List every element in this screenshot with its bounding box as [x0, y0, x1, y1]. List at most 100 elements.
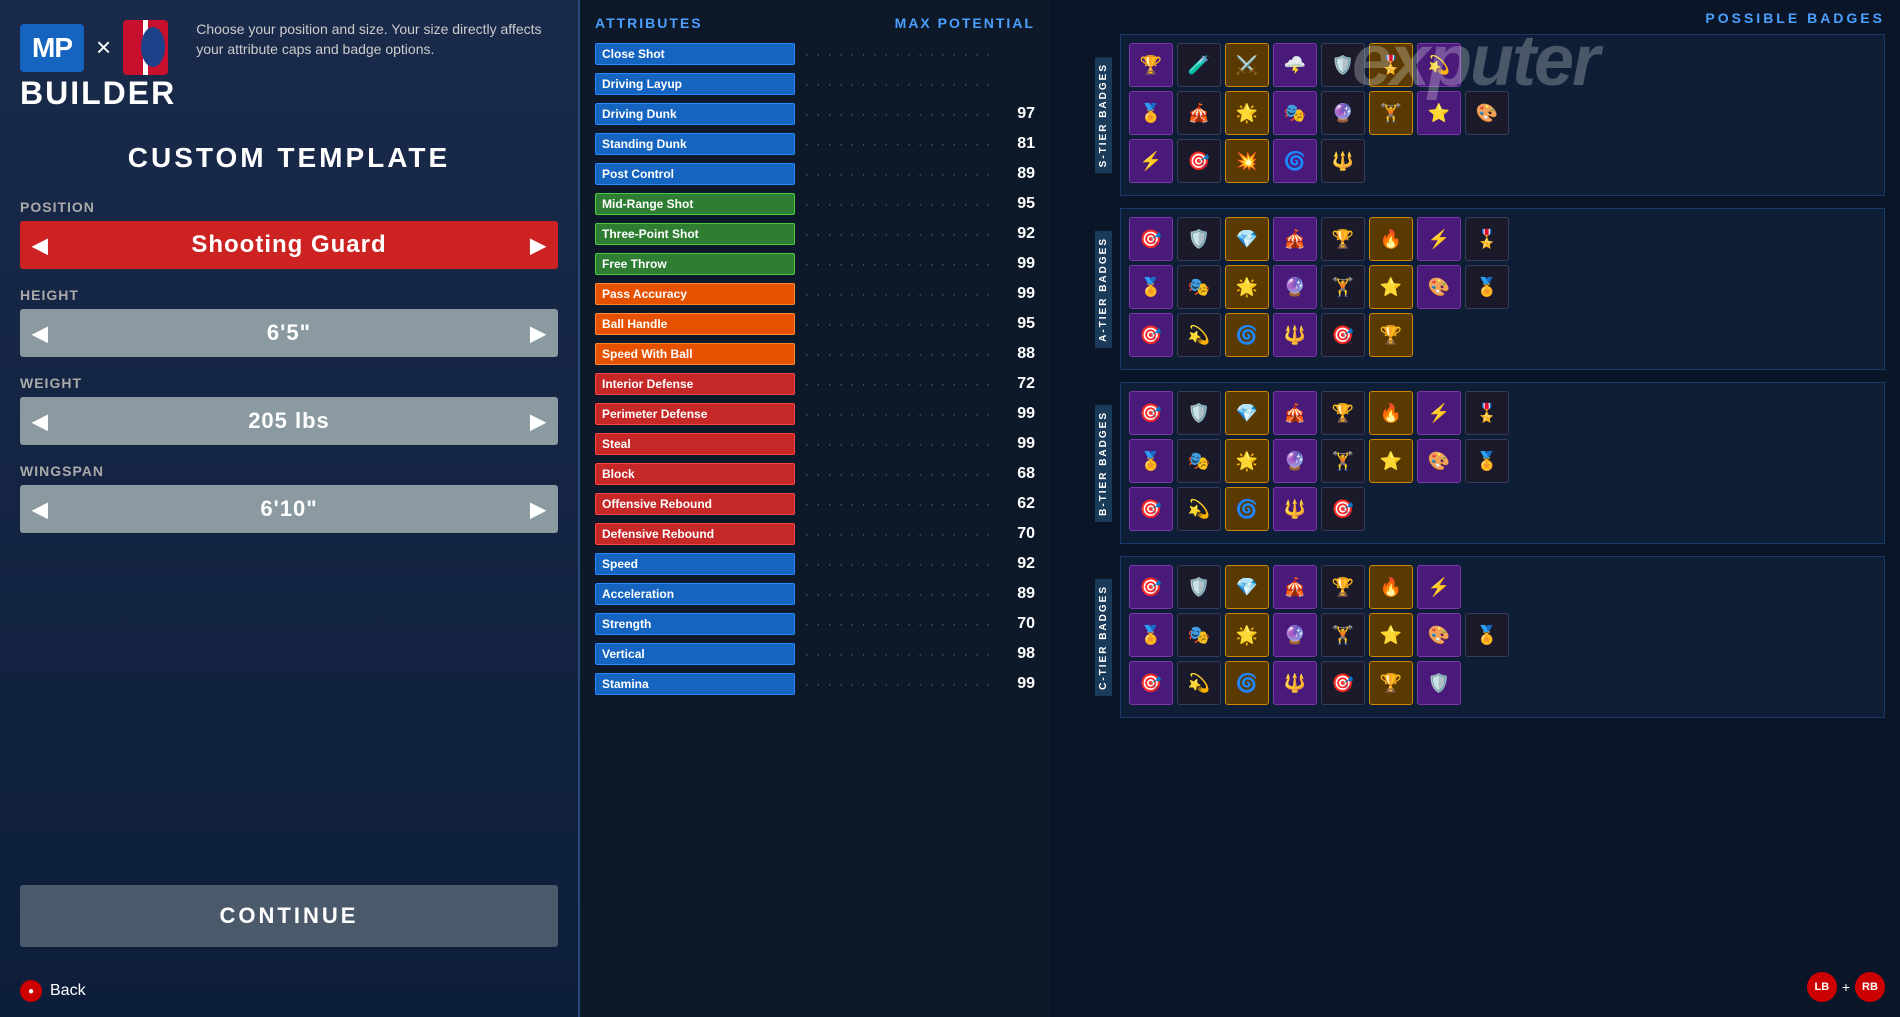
tier-section: S-TIER BADGES🏆🧪⚔️🌩️🛡️🎖️💫🏅🎪🌟🎭🔮🏋️⭐🎨⚡🎯💥🌀🔱 — [1095, 34, 1885, 196]
attr-bar-container: Stamina — [595, 673, 795, 695]
attr-name: Perimeter Defense — [602, 407, 707, 421]
attr-bar: Offensive Rebound — [595, 493, 795, 515]
badge-row: 🏅🎪🌟🎭🔮🏋️⭐🎨 — [1129, 91, 1876, 135]
attributes-col-header: ATTRIBUTES — [595, 15, 703, 31]
height-left-arrow[interactable]: ◀ — [20, 309, 60, 357]
position-right-arrow[interactable]: ▶ — [518, 221, 558, 269]
weight-right-arrow[interactable]: ▶ — [518, 397, 558, 445]
back-button[interactable]: ● Back — [20, 980, 86, 1002]
attr-bar-container: Block — [595, 463, 795, 485]
attr-bar: Strength — [595, 613, 795, 635]
attribute-row: Pass Accuracy · · · · · · · · · · · · · … — [580, 279, 1050, 309]
badge-item: 🎯 — [1321, 661, 1365, 705]
badge-item: 🌟 — [1225, 91, 1269, 135]
badge-item: 🌟 — [1225, 613, 1269, 657]
attr-value: 99 — [1000, 405, 1035, 423]
attr-dots: · · · · · · · · · · · · · · · · · · · · — [805, 677, 990, 691]
wingspan-label: WINGSPAN — [20, 463, 558, 479]
attr-value: 92 — [1000, 555, 1035, 573]
attr-name: Offensive Rebound — [602, 497, 712, 511]
attr-dots: · · · · · · · · · · · · · · · · · · · · — [805, 257, 990, 271]
position-label: POSITION — [20, 199, 558, 215]
attr-dots: · · · · · · · · · · · · · · · · · · · · — [805, 107, 990, 121]
position-selector[interactable]: ◀ Shooting Guard ▶ — [20, 221, 558, 269]
attr-name: Driving Layup — [602, 77, 682, 91]
attribute-row: Close Shot · · · · · · · · · · · · · · ·… — [580, 39, 1050, 69]
badge-row: 🏅🎭🌟🔮🏋️⭐🎨🏅 — [1129, 613, 1876, 657]
attr-bar: Driving Dunk — [595, 103, 795, 125]
attr-bar-container: Vertical — [595, 643, 795, 665]
badge-row: 🎯💫🌀🔱🎯🏆 — [1129, 313, 1876, 357]
wingspan-group: WINGSPAN ◀ 6'10" ▶ — [20, 463, 558, 533]
badge-item: ⭐ — [1369, 265, 1413, 309]
attr-bar: Vertical — [595, 643, 795, 665]
badge-item: 🌩️ — [1273, 43, 1317, 87]
height-label: HEIGHT — [20, 287, 558, 303]
badge-item: ⭐ — [1417, 91, 1461, 135]
attr-bar: Speed — [595, 553, 795, 575]
badge-row: 🎯💫🌀🔱🎯🏆🛡️ — [1129, 661, 1876, 705]
height-right-arrow[interactable]: ▶ — [518, 309, 558, 357]
attribute-row: Acceleration · · · · · · · · · · · · · ·… — [580, 579, 1050, 609]
attr-bar: Perimeter Defense — [595, 403, 795, 425]
attr-name: Steal — [602, 437, 631, 451]
attr-value: 81 — [1000, 135, 1035, 153]
attr-value: 97 — [1000, 105, 1035, 123]
max-potential-col-header: MAX POTENTIAL — [895, 15, 1035, 31]
attr-bar-container: Defensive Rebound — [595, 523, 795, 545]
attr-bar-container: Three-Point Shot — [595, 223, 795, 245]
badge-item: 🎪 — [1177, 91, 1221, 135]
attr-bar-container: Ball Handle — [595, 313, 795, 335]
attr-dots: · · · · · · · · · · · · · · · · · · · · — [805, 617, 990, 631]
tier-section: B-TIER BADGES🎯🛡️💎🎪🏆🔥⚡🎖️🏅🎭🌟🔮🏋️⭐🎨🏅🎯💫🌀🔱🎯 — [1095, 382, 1885, 544]
badge-item: 🎯 — [1129, 313, 1173, 357]
wingspan-selector[interactable]: ◀ 6'10" ▶ — [20, 485, 558, 533]
position-value: Shooting Guard — [60, 231, 518, 259]
cross-symbol: × — [96, 32, 111, 63]
attr-bar: Speed With Ball — [595, 343, 795, 365]
tier-label: S-TIER BADGES — [1095, 57, 1112, 173]
continue-button[interactable]: CONTINUE — [20, 885, 558, 947]
badge-item: 💫 — [1417, 43, 1461, 87]
height-selector[interactable]: ◀ 6'5" ▶ — [20, 309, 558, 357]
attribute-row: Defensive Rebound · · · · · · · · · · · … — [580, 519, 1050, 549]
badge-item: 💫 — [1177, 487, 1221, 531]
attr-name: Speed — [602, 557, 638, 571]
attr-bar-container: Steal — [595, 433, 795, 455]
attr-bar-container: Driving Dunk — [595, 103, 795, 125]
attribute-row: Block · · · · · · · · · · · · · · · · · … — [580, 459, 1050, 489]
badge-item: 🏆 — [1369, 313, 1413, 357]
attr-name: Three-Point Shot — [602, 227, 699, 241]
badge-item: 🏅 — [1465, 439, 1509, 483]
attr-bar-container: Pass Accuracy — [595, 283, 795, 305]
wingspan-right-arrow[interactable]: ▶ — [518, 485, 558, 533]
weight-selector[interactable]: ◀ 205 lbs ▶ — [20, 397, 558, 445]
badge-item: 🌀 — [1225, 661, 1269, 705]
attr-name: Speed With Ball — [602, 347, 693, 361]
wingspan-left-arrow[interactable]: ◀ — [20, 485, 60, 533]
badge-item: 🏆 — [1321, 565, 1365, 609]
attribute-row: Stamina · · · · · · · · · · · · · · · · … — [580, 669, 1050, 699]
attr-value: 95 — [1000, 195, 1035, 213]
attr-name: Interior Defense — [602, 377, 693, 391]
attributes-panel: ATTRIBUTES MAX POTENTIAL Close Shot · · … — [580, 0, 1050, 1017]
badge-item: ⚡ — [1417, 217, 1461, 261]
position-left-arrow[interactable]: ◀ — [20, 221, 60, 269]
attr-value: 88 — [1000, 345, 1035, 363]
attr-dots: · · · · · · · · · · · · · · · · · · · · — [805, 377, 990, 391]
attr-bar: Mid-Range Shot — [595, 193, 795, 215]
badge-item: 🎨 — [1465, 91, 1509, 135]
attribute-row: Driving Layup · · · · · · · · · · · · · … — [580, 69, 1050, 99]
badges-list: S-TIER BADGES🏆🧪⚔️🌩️🛡️🎖️💫🏅🎪🌟🎭🔮🏋️⭐🎨⚡🎯💥🌀🔱A-… — [1065, 34, 1885, 718]
weight-label: WEIGHT — [20, 375, 558, 391]
attr-dots: · · · · · · · · · · · · · · · · · · · · — [805, 347, 990, 361]
attr-bar: Block — [595, 463, 795, 485]
attr-dots: · · · · · · · · · · · · · · · · · · · · — [805, 197, 990, 211]
attr-bar: Post Control — [595, 163, 795, 185]
badge-item: 🌀 — [1225, 487, 1269, 531]
weight-left-arrow[interactable]: ◀ — [20, 397, 60, 445]
attribute-row: Interior Defense · · · · · · · · · · · ·… — [580, 369, 1050, 399]
badge-item: 💫 — [1177, 313, 1221, 357]
attribute-row: Speed · · · · · · · · · · · · · · · · · … — [580, 549, 1050, 579]
badge-item: 🎭 — [1273, 91, 1317, 135]
